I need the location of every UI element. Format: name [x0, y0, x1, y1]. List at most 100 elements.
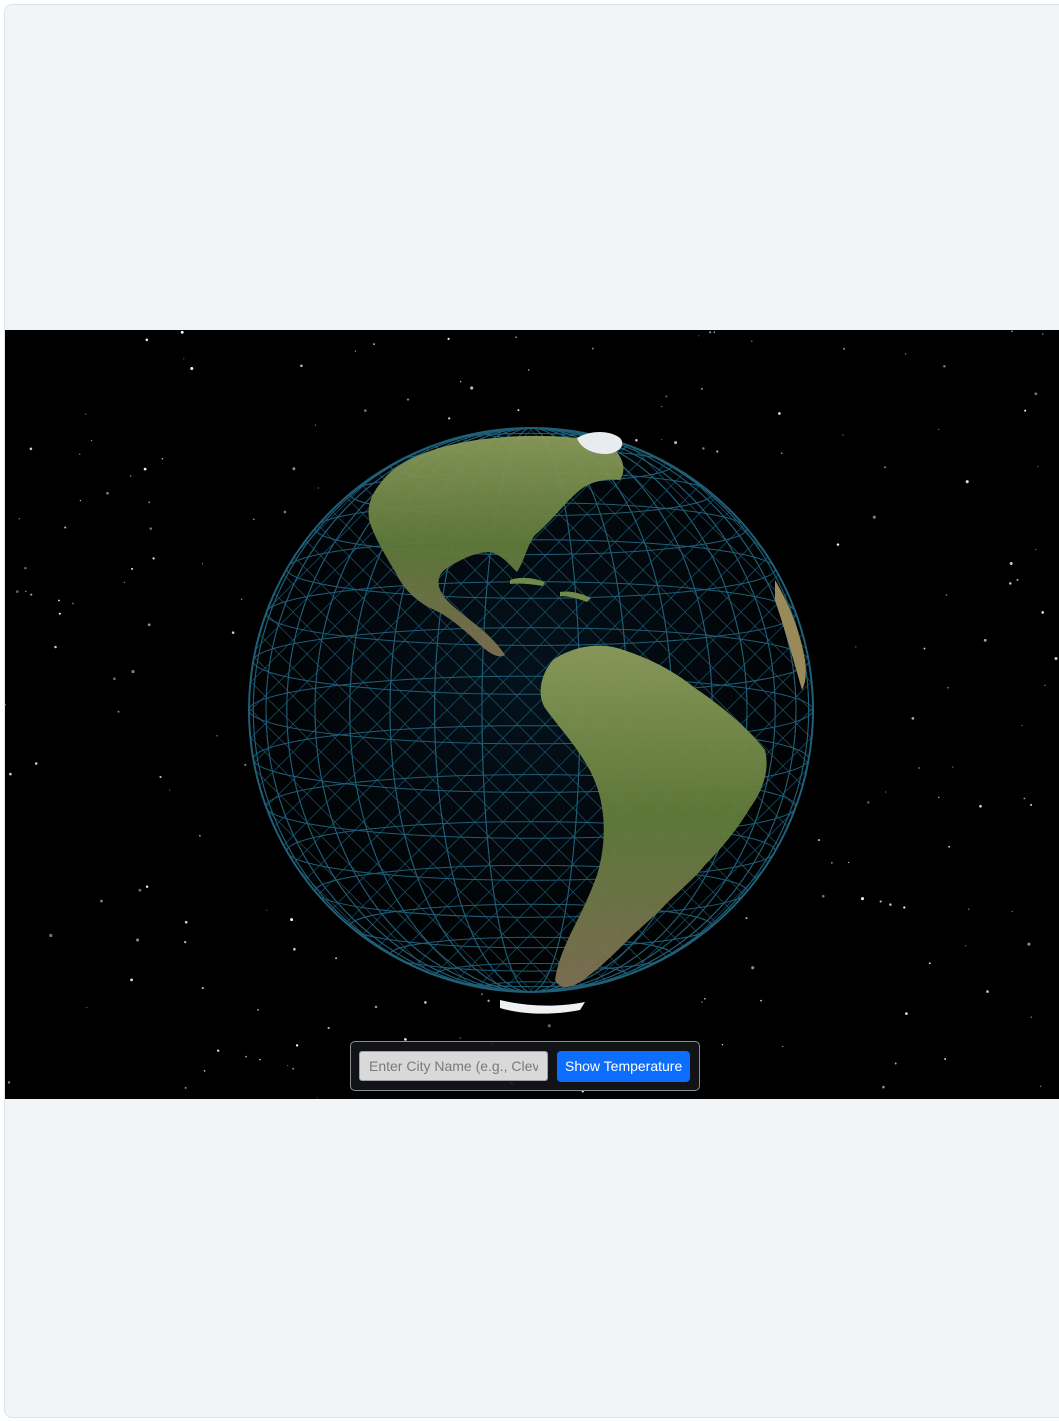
star — [721, 1044, 724, 1046]
star — [968, 908, 970, 910]
star — [131, 670, 135, 674]
star — [58, 612, 61, 615]
star — [256, 1008, 260, 1011]
star — [25, 590, 27, 593]
star — [113, 677, 116, 681]
star — [945, 594, 948, 596]
star — [1024, 409, 1027, 412]
star — [855, 646, 857, 648]
star — [143, 467, 147, 471]
star — [184, 920, 188, 924]
star — [704, 997, 706, 1000]
star — [373, 343, 375, 345]
star — [354, 350, 356, 352]
star — [145, 885, 149, 888]
star — [1011, 330, 1013, 333]
star — [58, 599, 60, 602]
star — [700, 387, 703, 390]
star — [760, 999, 762, 1002]
star — [1027, 942, 1031, 946]
star — [591, 347, 594, 350]
star — [406, 398, 410, 401]
star — [884, 466, 886, 469]
star — [928, 962, 931, 965]
star — [911, 717, 915, 720]
star — [184, 1086, 187, 1089]
star — [203, 1070, 206, 1072]
star — [1030, 803, 1033, 806]
star — [34, 762, 38, 765]
star — [459, 1037, 461, 1039]
star — [965, 945, 967, 947]
star — [460, 381, 462, 383]
star — [24, 567, 27, 570]
globe-scene[interactable] — [5, 330, 1059, 1099]
star — [292, 467, 296, 471]
star — [480, 993, 483, 996]
star — [716, 450, 719, 453]
globe-viewport[interactable]: Show Temperature — [5, 330, 1059, 1099]
star — [364, 409, 367, 412]
star — [843, 347, 846, 350]
star — [979, 804, 982, 808]
star — [79, 499, 82, 502]
star — [1034, 392, 1038, 396]
star — [287, 1064, 289, 1067]
star — [751, 340, 753, 342]
star — [130, 978, 133, 982]
star — [751, 966, 755, 970]
star — [149, 527, 153, 530]
star — [885, 791, 887, 793]
star — [86, 1006, 88, 1009]
star — [201, 987, 204, 990]
star — [244, 763, 247, 767]
star — [29, 447, 33, 451]
star — [49, 933, 53, 938]
star — [947, 686, 949, 689]
star — [778, 412, 781, 415]
show-temperature-button[interactable]: Show Temperature — [557, 1050, 691, 1082]
star — [983, 638, 987, 642]
star — [283, 510, 287, 514]
wireframe-diagonal — [249, 428, 282, 992]
star — [145, 338, 149, 342]
star — [701, 1001, 703, 1003]
star — [1037, 466, 1039, 468]
star — [136, 938, 140, 942]
star — [252, 518, 255, 521]
star — [782, 1045, 784, 1048]
star — [129, 475, 132, 477]
star — [698, 335, 700, 337]
star — [1030, 1016, 1032, 1018]
star — [938, 796, 940, 798]
star — [184, 940, 187, 944]
star — [317, 487, 319, 489]
star — [148, 501, 151, 504]
star — [842, 434, 844, 436]
star — [1042, 333, 1044, 335]
star — [314, 424, 317, 426]
star — [918, 767, 920, 769]
star — [295, 1044, 299, 1047]
city-name-input[interactable] — [359, 1051, 548, 1081]
star — [965, 480, 969, 484]
star — [903, 906, 906, 909]
star — [85, 413, 87, 415]
star — [905, 1012, 908, 1015]
star — [1016, 578, 1019, 581]
star — [199, 834, 201, 837]
star — [470, 386, 474, 390]
star — [123, 581, 126, 583]
star — [79, 453, 81, 455]
wireframe-diagonal — [808, 428, 813, 992]
star — [259, 1058, 261, 1061]
page-frame: Show Temperature — [4, 4, 1059, 1418]
star — [836, 543, 840, 546]
wireframe-diagonal — [249, 428, 282, 992]
star — [217, 1049, 220, 1052]
star — [72, 602, 74, 605]
star — [201, 563, 204, 565]
star — [745, 917, 748, 920]
antarctica-edge — [500, 1000, 585, 1014]
star — [293, 947, 296, 951]
